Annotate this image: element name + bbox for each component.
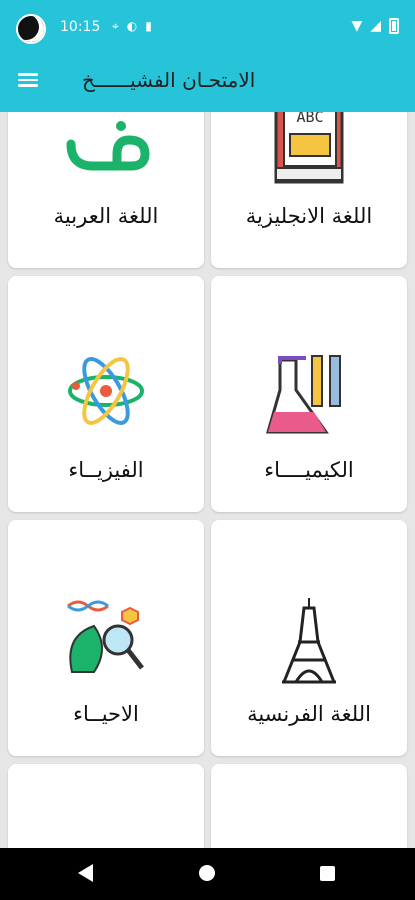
back-icon[interactable] <box>78 864 93 882</box>
hamburger-menu-icon[interactable] <box>16 70 46 94</box>
subject-card-chemistry[interactable]: الكيميــــاء <box>211 276 407 512</box>
wifi-icon: ▼ <box>351 18 363 34</box>
subject-card-arabic[interactable]: اللغة العربية <box>8 92 204 268</box>
battery-icon <box>389 18 399 34</box>
subject-label: الكيميــــاء <box>264 458 354 482</box>
subject-card-english[interactable]: ABC اللغة الانجليزية <box>211 92 407 268</box>
subject-card-french[interactable]: اللغة الفرنسية <box>211 520 407 756</box>
subject-card-biology[interactable]: الاحيــاء <box>8 520 204 756</box>
subject-label: اللغة الفرنسية <box>247 702 371 726</box>
subject-label: اللغة الانجليزية <box>245 204 373 228</box>
home-icon[interactable] <box>199 865 215 881</box>
status-notification-icons: ⌖ ◐ ▮ <box>112 19 152 34</box>
subject-label: الاحيــاء <box>73 702 139 726</box>
signal-icon: ◢ <box>370 18 381 34</box>
location-icon: ⌖ <box>112 19 119 33</box>
top-app-bar: 10:15 ⌖ ◐ ▮ ▼ ◢ الامتحـان الفشيــــــخ <box>0 0 415 112</box>
atom-icon <box>68 357 144 425</box>
status-system-icons: ▼ ◢ <box>351 18 399 34</box>
app-title: الامتحـان الفشيــــــخ <box>82 68 256 92</box>
app-bar: الامتحـان الفشيــــــخ <box>0 60 415 104</box>
recent-apps-icon[interactable] <box>320 866 335 881</box>
sd-card-icon: ▮ <box>145 19 152 33</box>
arabic-letter-icon <box>66 121 150 171</box>
system-navigation-bar <box>0 848 415 900</box>
biology-icon <box>67 600 144 673</box>
subject-label: اللغة العربية <box>53 204 159 228</box>
subject-label: الفيزيــاء <box>68 458 144 482</box>
status-bar: 10:15 ⌖ ◐ ▮ ▼ ◢ <box>0 14 415 44</box>
status-avatar-icon <box>16 14 46 44</box>
chemistry-flask-icon <box>266 355 341 434</box>
sync-icon: ◐ <box>126 19 138 33</box>
subject-card-physics[interactable]: الفيزيــاء <box>8 276 204 512</box>
status-time: 10:15 <box>60 19 101 35</box>
eiffel-tower-icon <box>281 598 337 684</box>
